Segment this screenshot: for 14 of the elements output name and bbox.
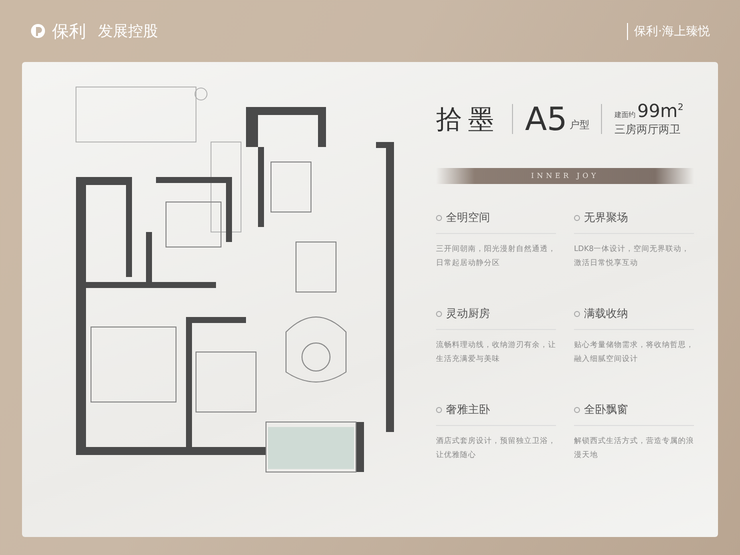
brand-subtitle: 发展控股: [98, 22, 158, 40]
project-name: 保利·海上臻悦: [627, 22, 710, 40]
feature-title: 全明空间: [446, 210, 490, 225]
unit-code: A5: [525, 100, 568, 138]
feature-title: 灵动厨房: [446, 306, 490, 321]
brand-name: 保利: [52, 20, 86, 42]
unit-type-label: 户型: [569, 118, 590, 132]
feature-title: 无界聚场: [584, 210, 628, 225]
area-value: 99m$^{2}$: [637, 101, 684, 122]
feature-title: 奢雅主卧: [446, 402, 490, 417]
unit-name: 拾墨: [436, 104, 500, 136]
room-layout: 三房两厅两卫: [614, 122, 680, 137]
feature-title: 满载收纳: [584, 306, 628, 321]
feature-title: 全卧飘窗: [584, 402, 628, 417]
